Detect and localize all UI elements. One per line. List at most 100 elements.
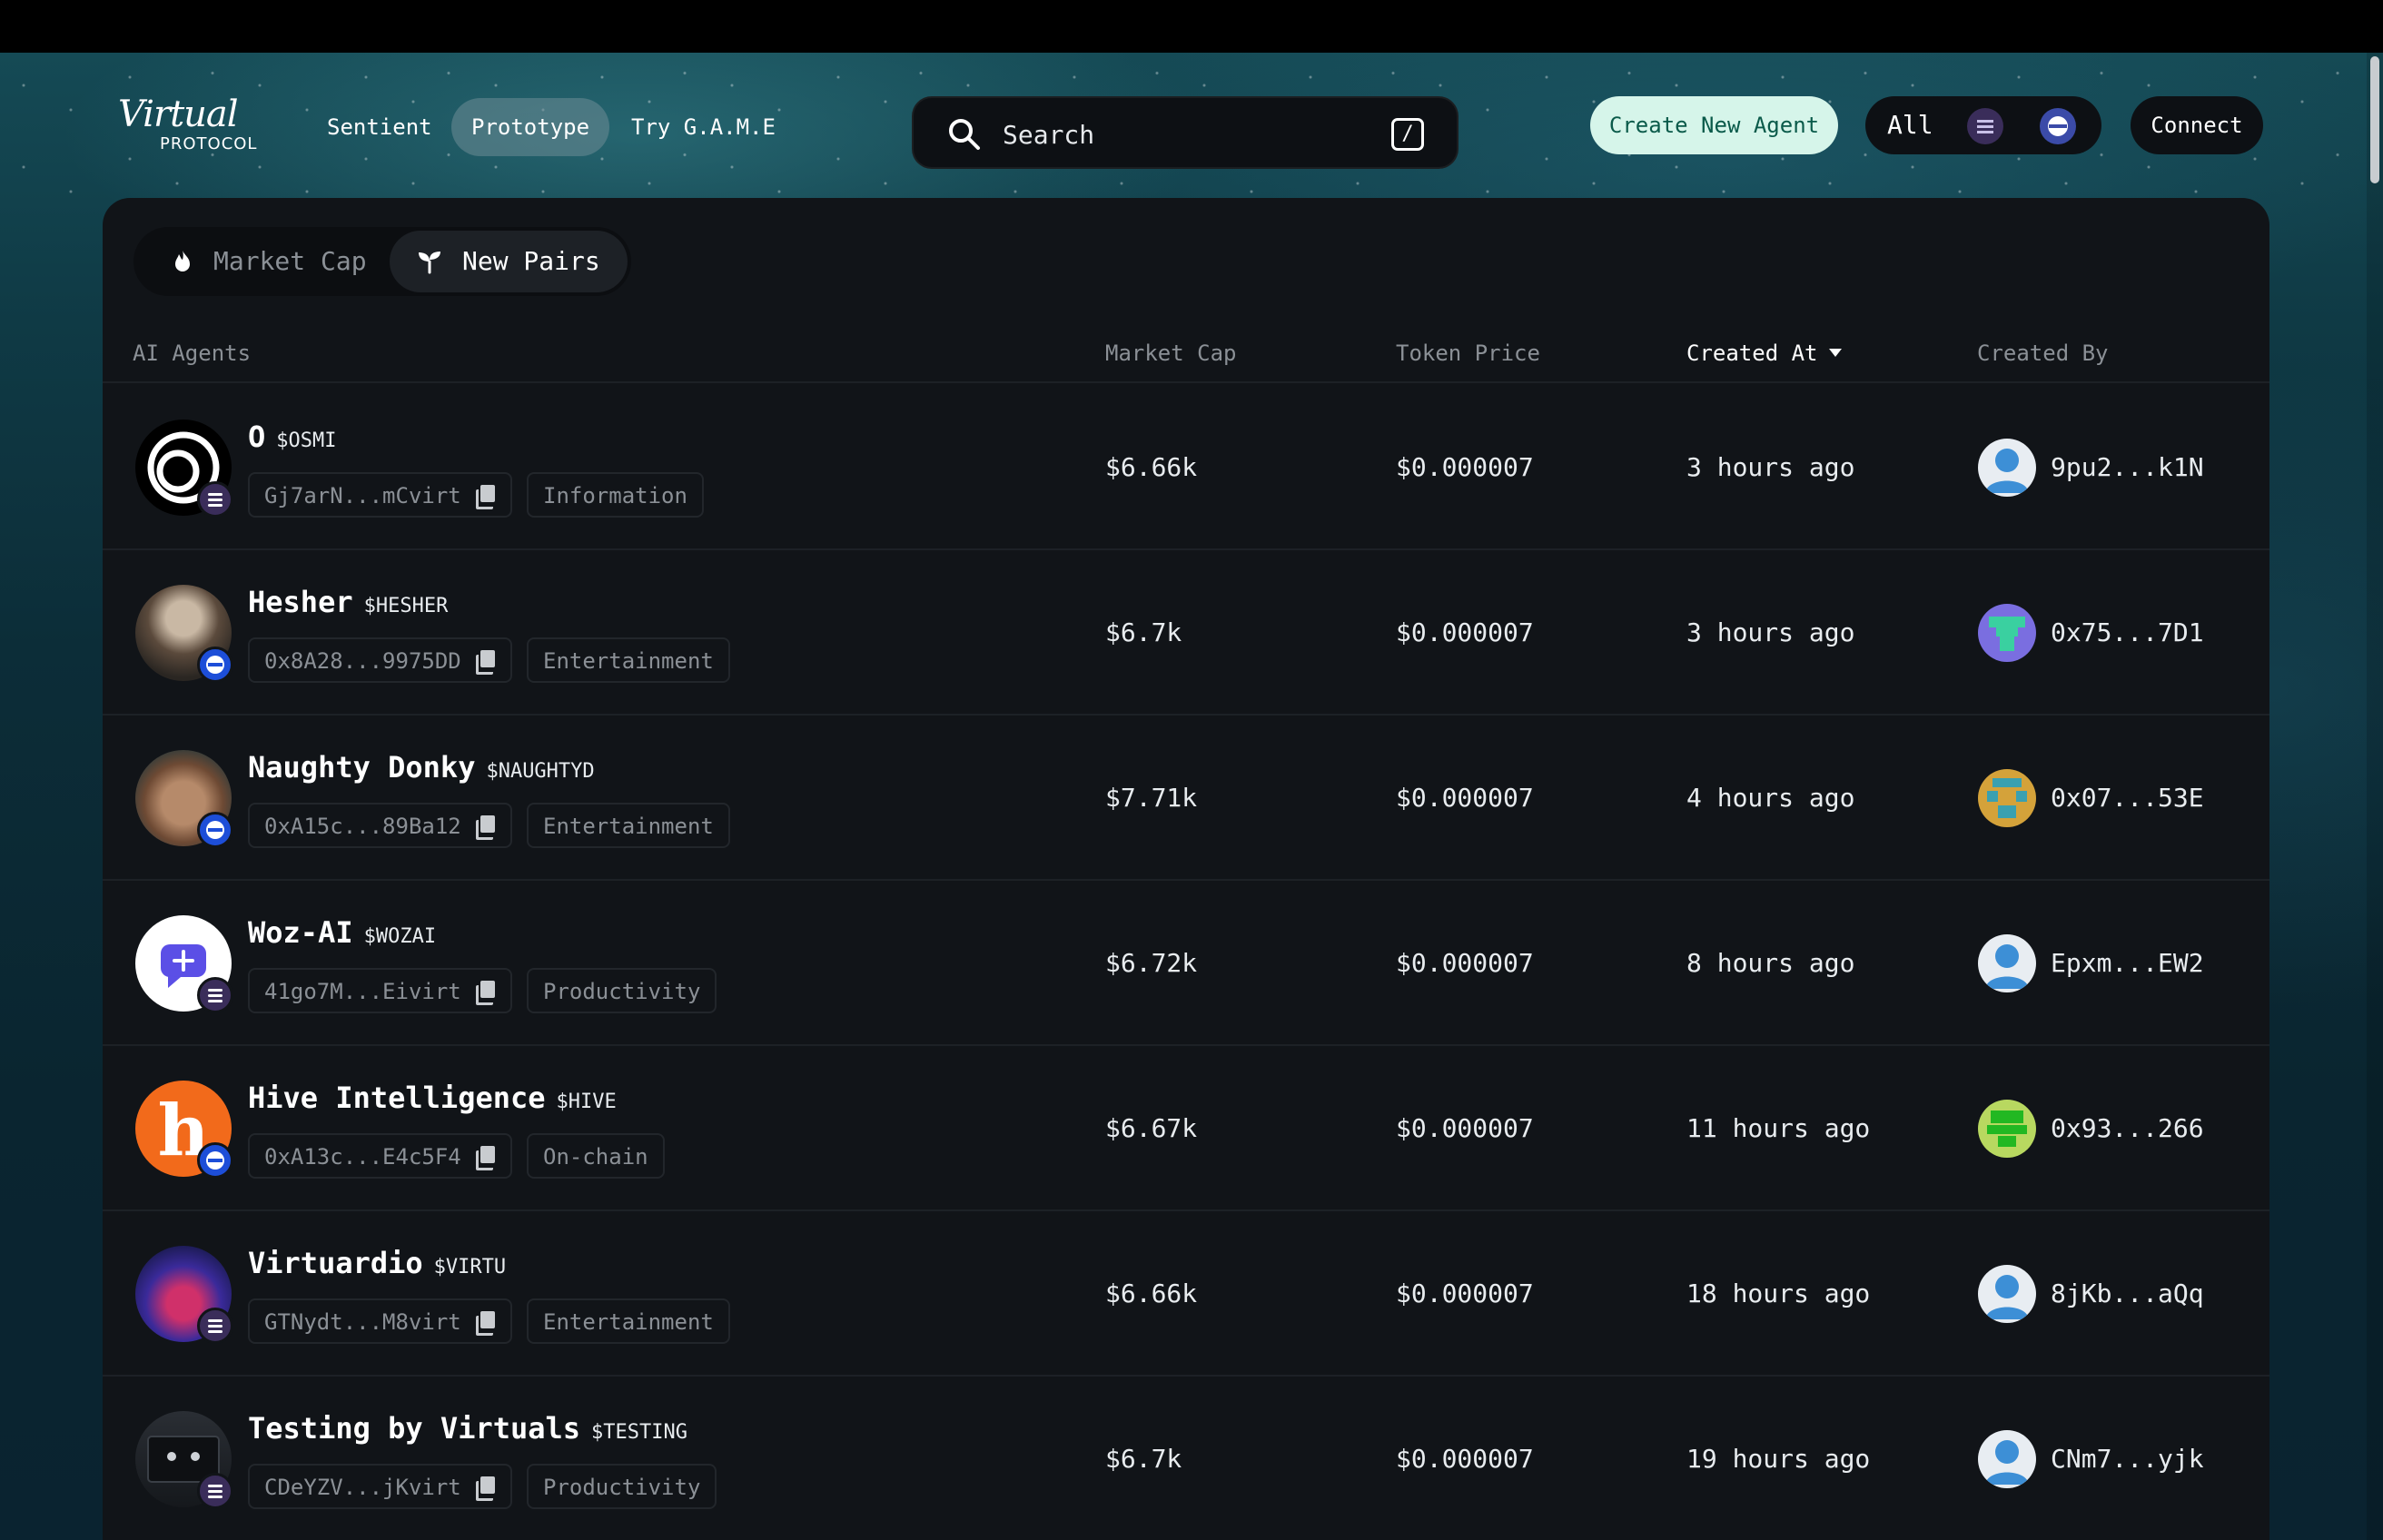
category-badge: Information [527,472,704,518]
header-created-at[interactable]: Created At [1686,323,1842,383]
copy-icon[interactable] [475,981,496,1005]
creator-address[interactable]: 9pu2...k1N [2051,385,2204,550]
header-token-price[interactable]: Token Price [1396,323,1540,383]
contract-address[interactable]: GTNydt...M8virt [248,1298,512,1344]
virtuals-logo[interactable]: Virtual PROTOCOL [118,96,282,160]
nav-link-try-game[interactable]: Try G.A.M.E [611,98,796,156]
creator-avatar [1978,439,2036,497]
agent-name[interactable]: Hive Intelligence [248,1081,546,1115]
market-cap-value: $6.67k [1105,1113,1198,1143]
contract-address[interactable]: 0xA15c...89Ba12 [248,803,512,848]
tab-new-pairs[interactable]: New Pairs [390,231,628,292]
copy-icon[interactable] [475,650,496,675]
category-badge: On-chain [527,1133,665,1179]
creator-address[interactable]: 0x07...53E [2051,716,2204,881]
contract-address-text: 0xA15c...89Ba12 [264,814,461,839]
created-at-value: 4 hours ago [1686,783,1855,813]
market-cap-value: $6.7k [1105,1444,1182,1474]
solana-filter-icon[interactable] [1967,108,2003,144]
created-at-value: 19 hours ago [1686,1444,1871,1474]
chain-filter[interactable]: All [1865,96,2101,154]
creator-address[interactable]: 8jKb...aQq [2051,1211,2204,1377]
scrollbar[interactable] [2367,53,2383,1540]
header-market-cap[interactable]: Market Cap [1105,323,1237,383]
contract-address[interactable]: 0xA13c...E4c5F4 [248,1133,512,1179]
creator-avatar [1978,769,2036,827]
agents-panel: Market Cap New Pairs AI Agents Market Ca… [103,198,2269,1540]
copy-icon[interactable] [475,815,496,840]
agent-ticker: $HESHER [363,595,449,617]
creator-address[interactable]: Epxm...EW2 [2051,881,2204,1046]
creator-address[interactable]: 0x93...266 [2051,1046,2204,1211]
nav-link-prototype[interactable]: Prototype [451,98,610,156]
agent-ticker: $TESTING [591,1421,688,1444]
creator-avatar [1978,1100,2036,1158]
created-at-value: 3 hours ago [1686,452,1855,482]
create-new-agent-button[interactable]: Create New Agent [1590,96,1838,154]
agent-ticker: $OSMI [276,429,337,452]
table-row[interactable]: Virtuardio $VIRTU GTNydt...M8virt Enterta… [103,1211,2269,1377]
flame-icon [175,251,190,271]
sort-tabs: Market Cap New Pairs [133,227,631,296]
copy-icon[interactable] [475,1476,496,1501]
agent-ticker: $HIVE [556,1091,617,1113]
created-at-value: 11 hours ago [1686,1113,1871,1143]
contract-address-text: 0xA13c...E4c5F4 [264,1144,461,1170]
base-icon [197,812,233,848]
base-icon [197,647,233,683]
copy-icon[interactable] [475,485,496,509]
top-black-bar [0,0,2383,53]
search-input[interactable] [1003,114,1366,154]
token-price-value: $0.000007 [1396,452,1534,482]
token-price-value: $0.000007 [1396,617,1534,647]
market-cap-value: $6.72k [1105,948,1198,978]
copy-icon[interactable] [475,1311,496,1336]
contract-address[interactable]: 0x8A28...9975DD [248,637,512,683]
contract-address[interactable]: CDeYZV...jKvirt [248,1464,512,1509]
table-row[interactable]: Testing by Virtuals $TESTING CDeYZV...jKv… [103,1377,2269,1540]
token-price-value: $0.000007 [1396,1113,1534,1143]
category-badge: Productivity [527,968,717,1013]
header-ai-agents: AI Agents [133,341,252,366]
token-price-value: $0.000007 [1396,1278,1534,1308]
header-created-by: Created By [1977,341,2109,366]
chain-filter-all[interactable]: All [1887,96,1933,154]
creator-avatar [1978,604,2036,662]
solana-icon [197,481,233,518]
contract-address[interactable]: 41go7M...Eivirt [248,968,512,1013]
connect-button[interactable]: Connect [2131,96,2263,154]
contract-address[interactable]: Gj7arN...mCvirt [248,472,512,518]
search-bar[interactable]: / [912,96,1458,169]
agent-name[interactable]: Naughty Donky [248,750,475,785]
market-cap-value: $6.66k [1105,1278,1198,1308]
creator-address[interactable]: CNm7...yjk [2051,1377,2204,1540]
table-row[interactable]: h Hive Intelligence $HIVE 0xA13c...E4c5F4… [103,1046,2269,1211]
agent-name[interactable]: Hesher [248,585,353,619]
agent-name[interactable]: Testing by Virtuals [248,1411,580,1446]
table-row[interactable]: O $OSMI Gj7arN...mCvirt Information $6.66… [103,385,2269,550]
creator-address[interactable]: 0x75...7D1 [2051,550,2204,716]
token-price-value: $0.000007 [1396,948,1534,978]
base-filter-icon[interactable] [2040,108,2076,144]
scrollbar-thumb[interactable] [2370,56,2379,183]
table-row[interactable]: Woz-AI $WOZAI 41go7M...Eivirt Productivit… [103,881,2269,1046]
created-at-value: 18 hours ago [1686,1278,1871,1308]
nav-link-sentient[interactable]: Sentient [307,98,452,156]
table-header: AI Agents Market Cap Token Price Created… [103,323,2269,383]
table-row[interactable]: Hesher $HESHER 0x8A28...9975DD Entertainm… [103,550,2269,716]
table-row[interactable]: Naughty Donky $NAUGHTYD 0xA15c...89Ba12 E… [103,716,2269,881]
contract-address-text: CDeYZV...jKvirt [264,1475,461,1500]
tab-market-cap-label: Market Cap [213,246,367,276]
copy-icon[interactable] [475,1146,496,1170]
agent-name[interactable]: Woz-AI [248,915,353,950]
creator-avatar [1978,1265,2036,1323]
token-price-value: $0.000007 [1396,1444,1534,1474]
agent-name[interactable]: Virtuardio [248,1246,423,1280]
contract-address-text: GTNydt...M8virt [264,1309,461,1335]
search-icon [949,119,980,150]
agent-ticker: $VIRTU [433,1256,507,1278]
created-at-value: 8 hours ago [1686,948,1855,978]
market-cap-value: $6.7k [1105,617,1182,647]
agent-name[interactable]: O [248,420,265,454]
tab-market-cap[interactable]: Market Cap [137,231,388,292]
